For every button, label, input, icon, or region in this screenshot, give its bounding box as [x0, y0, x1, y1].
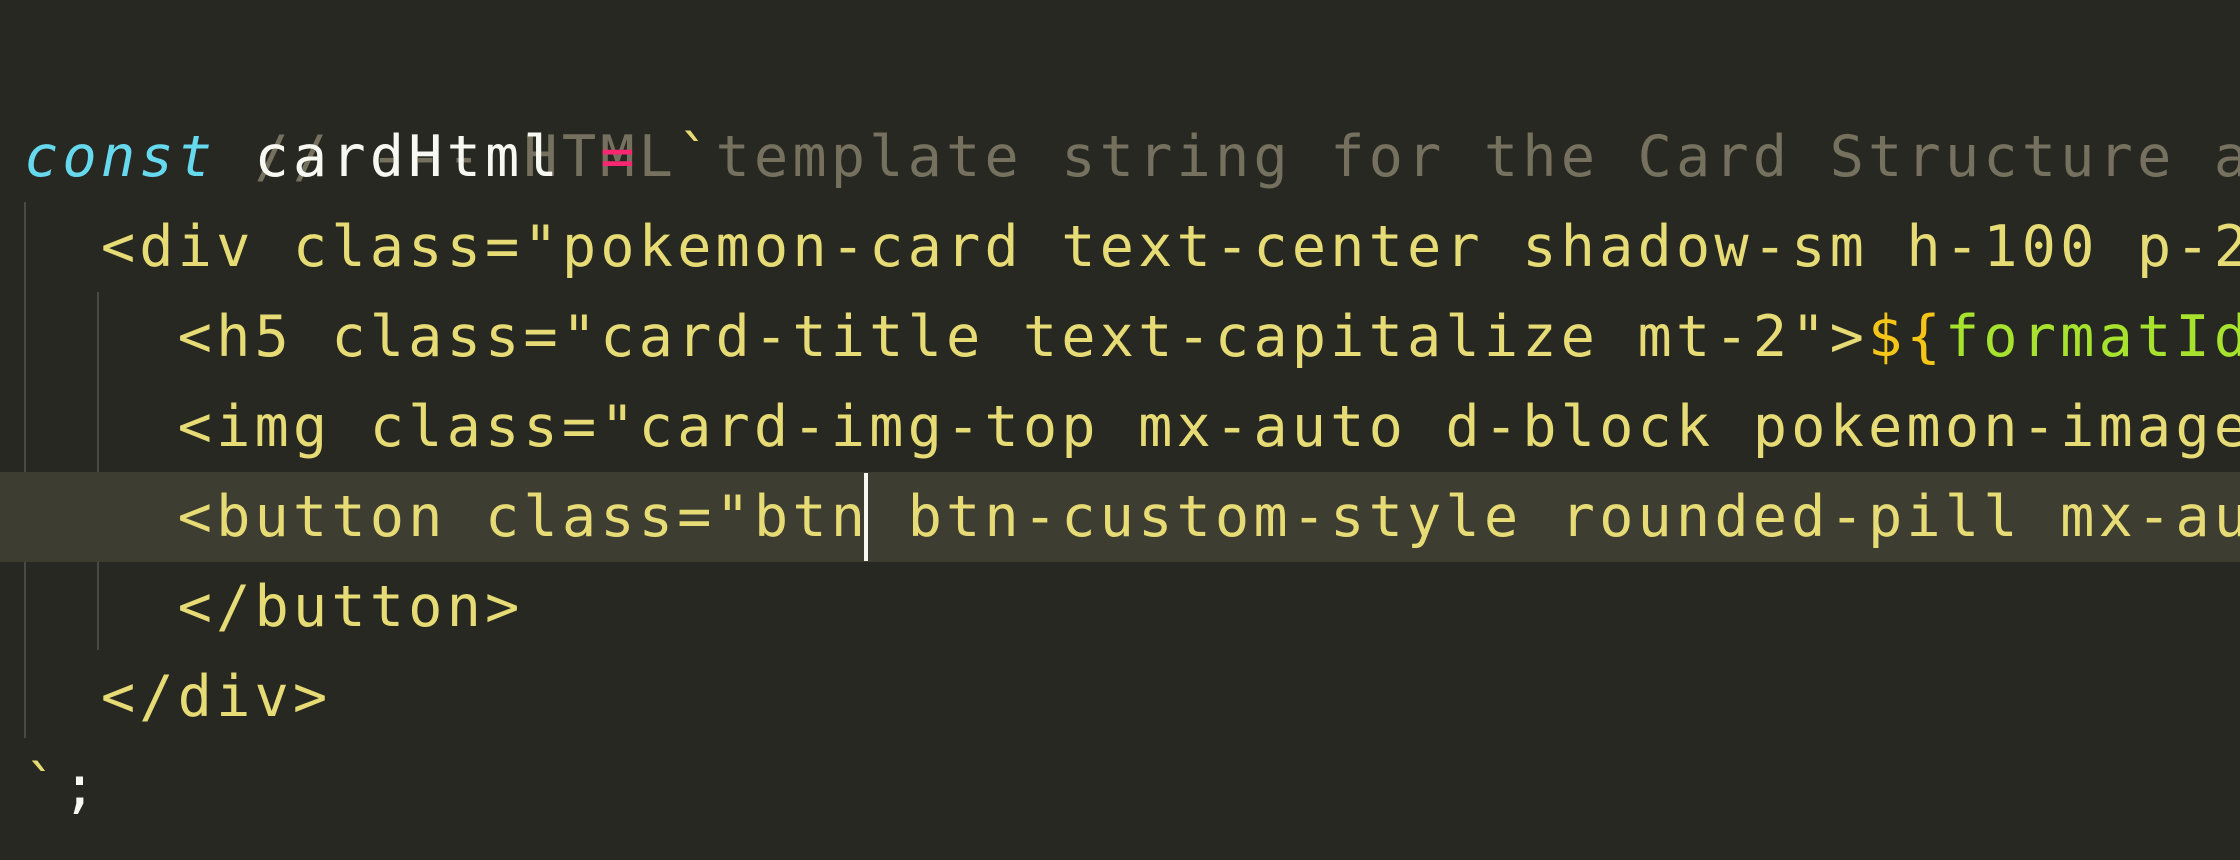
code-line-4[interactable]: <h5 class="card-title text-capitalize mt… [0, 292, 2240, 382]
code-line-7[interactable]: </button> [0, 562, 2240, 652]
line-content: <img class="card-img-top mx-auto d-block… [24, 382, 2240, 472]
function-token: formatId [1944, 304, 2240, 370]
code-line-3[interactable]: <div class="pokemon-card text-center sha… [0, 202, 2240, 292]
code-line-1[interactable]: // --- HTML template string for the Card… [0, 22, 2240, 190]
operator-token: = [600, 124, 639, 190]
string-token: <button class="btn btn-custom-style roun… [24, 484, 2240, 550]
string-token: ` [638, 124, 716, 190]
line-content: </div> [24, 652, 331, 742]
line-content: `; [24, 742, 101, 832]
code-line-5[interactable]: <img class="card-img-top mx-auto d-block… [0, 382, 2240, 472]
line-content: const cardHtml = ` [24, 112, 716, 202]
line-content: <div class="pokemon-card text-center sha… [24, 202, 2240, 292]
punctuation-token: ; [62, 754, 101, 820]
keyword-token: const [24, 124, 217, 190]
variable-token: cardHtml [216, 124, 601, 190]
interpolation-token: ${ [1868, 304, 1945, 370]
code-line-8[interactable]: </div> [0, 652, 2240, 742]
code-editor[interactable]: // --- HTML template string for the Card… [0, 0, 2240, 860]
code-line-6-current[interactable]: <button class="btn btn-custom-style roun… [0, 472, 2240, 562]
code-line-2[interactable]: const cardHtml = ` [0, 112, 2240, 202]
string-token: <img class="card-img-top mx-auto d-block… [24, 394, 2240, 460]
line-content: <h5 class="card-title text-capitalize mt… [24, 292, 2240, 382]
line-content: </button> [24, 562, 523, 652]
string-token: ` [24, 754, 63, 820]
line-content: <button class="btn btn-custom-style roun… [24, 472, 2240, 562]
string-token: </div> [24, 664, 332, 730]
string-token: <h5 class="card-title text-capitalize mt… [24, 304, 1869, 370]
text-caret [864, 473, 868, 561]
string-token: <div class="pokemon-card text-center sha… [24, 214, 2240, 280]
code-line-9[interactable]: `; [0, 742, 2240, 832]
string-token: </button> [24, 574, 524, 640]
